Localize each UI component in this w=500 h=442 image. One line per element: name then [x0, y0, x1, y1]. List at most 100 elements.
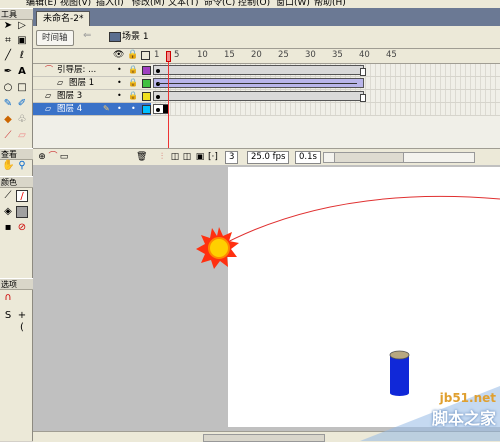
- delete-layer-icon[interactable]: 🗑: [136, 152, 147, 162]
- center-frame-icon[interactable]: ⫶: [157, 152, 167, 162]
- keyframe[interactable]: [156, 95, 160, 99]
- lock-icon[interactable]: 🔒: [128, 79, 138, 87]
- frame-span[interactable]: [153, 65, 366, 76]
- frame-row-1[interactable]: [151, 77, 500, 90]
- stroke-swatch[interactable]: /: [16, 190, 28, 202]
- tools-header: 工具: [0, 8, 33, 20]
- frame-span[interactable]: [153, 91, 366, 102]
- fill-transform-icon[interactable]: ▣: [16, 35, 28, 47]
- fill-color-icon[interactable]: ◈: [2, 206, 14, 218]
- menu-insert[interactable]: 插入(I): [96, 0, 124, 8]
- ruler-number: 15: [224, 50, 235, 60]
- scene-icon: [109, 32, 121, 42]
- scrollbar-thumb[interactable]: [334, 153, 404, 162]
- insert-folder-icon[interactable]: ▭: [59, 152, 69, 162]
- playhead-handle[interactable]: [166, 51, 171, 62]
- ruler-number: 20: [251, 50, 262, 60]
- frames-grid[interactable]: [151, 64, 500, 124]
- back-arrow-icon[interactable]: ⇐: [83, 30, 91, 41]
- visibility-dot[interactable]: •: [117, 65, 122, 75]
- visibility-dot[interactable]: •: [117, 91, 122, 101]
- guide-path[interactable]: [217, 195, 500, 248]
- snap-magnet-icon[interactable]: ∩: [2, 292, 14, 304]
- eyedropper-icon[interactable]: ⟋: [2, 130, 14, 142]
- edit-multiple-icon[interactable]: ▣: [195, 152, 205, 162]
- frame-row-guide[interactable]: [151, 64, 500, 77]
- frame-row-3[interactable]: [151, 90, 500, 103]
- layer-row-3[interactable]: ▱ 图层 3 • 🔒: [33, 90, 151, 103]
- menu-edit[interactable]: 编辑(E): [26, 0, 57, 8]
- layer-icon: ▱: [57, 78, 64, 87]
- frame-row-4[interactable]: [151, 103, 500, 116]
- hand-icon[interactable]: ✋: [2, 160, 14, 172]
- add-guide-icon[interactable]: ⌒: [48, 152, 58, 162]
- menu-view[interactable]: 视图(V): [60, 0, 91, 8]
- layer-row-1[interactable]: ▱ 图层 1 • 🔒: [33, 77, 151, 90]
- arrow-icon[interactable]: ➤: [2, 20, 14, 32]
- lock-dot[interactable]: •: [131, 104, 136, 114]
- layer-color-swatch[interactable]: [142, 92, 151, 101]
- insert-layer-icon[interactable]: ⊕: [37, 152, 47, 162]
- pen-icon[interactable]: ✒: [2, 66, 14, 78]
- keyframe[interactable]: [156, 108, 160, 112]
- subselect-icon[interactable]: ▷: [16, 20, 28, 32]
- menu-text[interactable]: 文本(T): [168, 0, 199, 8]
- lock-icon[interactable]: 🔒: [128, 66, 138, 74]
- layer-icon: ▱: [45, 104, 52, 113]
- keyframe[interactable]: [156, 82, 160, 86]
- default-colors-icon[interactable]: ▪: [2, 222, 14, 234]
- lock-icon[interactable]: 🔒: [127, 51, 138, 60]
- menu-control[interactable]: 控制(O): [238, 0, 270, 8]
- menu-help[interactable]: 帮助(H): [314, 0, 346, 8]
- sun-symbol[interactable]: [196, 227, 239, 269]
- timeline-scrollbar[interactable]: [323, 152, 475, 163]
- onion-skin-icon[interactable]: ◫: [170, 152, 180, 162]
- ruler-number: 1: [154, 50, 160, 60]
- ink-bottle-icon[interactable]: ◆: [2, 114, 14, 126]
- line-tool-icon[interactable]: ╱: [2, 50, 14, 62]
- eye-icon[interactable]: 👁: [113, 51, 124, 60]
- layer-color-swatch[interactable]: [142, 105, 151, 114]
- oval-icon[interactable]: ○: [2, 82, 14, 94]
- timeline-toggle-button[interactable]: 时间轴: [36, 30, 74, 46]
- lasso-icon[interactable]: ℓ: [16, 50, 28, 62]
- no-color-icon[interactable]: ⊘: [16, 222, 28, 234]
- lock-icon[interactable]: 🔒: [128, 92, 138, 100]
- rectangle-icon[interactable]: □: [16, 82, 28, 94]
- watermark-url: jb51.net: [439, 391, 496, 405]
- outline-icon[interactable]: [141, 51, 150, 60]
- scene-bar: 时间轴 ⇐ 场景 1: [33, 26, 500, 49]
- eraser-icon[interactable]: ▱: [16, 130, 28, 142]
- watermark-name: 脚本之家: [431, 409, 496, 428]
- fps-field[interactable]: 25.0 fps: [247, 151, 290, 164]
- end-frame[interactable]: [360, 94, 366, 102]
- menu-window[interactable]: 窗口(W): [276, 0, 310, 8]
- smooth-icon[interactable]: S: [2, 310, 14, 322]
- fill-swatch[interactable]: [16, 206, 28, 218]
- end-frame[interactable]: [360, 68, 366, 76]
- menu-commands[interactable]: 命令(C): [204, 0, 235, 8]
- visibility-dot[interactable]: •: [117, 104, 122, 114]
- motion-tween-span[interactable]: [153, 78, 364, 88]
- layer-row-4[interactable]: ▱ 图层 4 ✎ • •: [33, 103, 151, 116]
- straighten-icon[interactable]: +(: [16, 310, 28, 333]
- document-tab[interactable]: 未命名-2*: [36, 11, 91, 27]
- frame-ruler[interactable]: 1 5 10 15 20 25 30 35 40 45: [151, 49, 500, 64]
- text-tool-icon[interactable]: A: [16, 66, 28, 78]
- layer-row-guide[interactable]: ⌒ 引导层: ... • 🔒: [33, 64, 151, 77]
- free-transform-icon[interactable]: ⌗: [2, 35, 14, 47]
- brush-icon[interactable]: ✐: [16, 98, 28, 110]
- modify-markers-icon[interactable]: [·]: [208, 152, 218, 162]
- zoom-icon[interactable]: ⚲: [16, 160, 28, 172]
- pencil-icon[interactable]: ✎: [2, 98, 14, 110]
- current-frame-field[interactable]: 3: [225, 151, 239, 164]
- layer-color-swatch[interactable]: [142, 66, 151, 75]
- paint-bucket-icon[interactable]: ♧: [16, 114, 28, 126]
- layer-color-swatch[interactable]: [142, 79, 151, 88]
- onion-outline-icon[interactable]: ◫: [182, 152, 192, 162]
- menu-modify[interactable]: 修改(M): [132, 0, 165, 8]
- ruler-number: 40: [359, 50, 370, 60]
- stroke-color-icon[interactable]: ⟋: [2, 190, 14, 202]
- keyframe[interactable]: [156, 69, 160, 73]
- visibility-dot[interactable]: •: [117, 78, 122, 88]
